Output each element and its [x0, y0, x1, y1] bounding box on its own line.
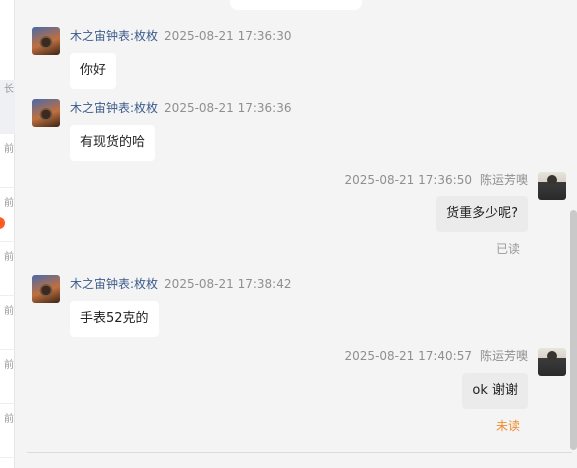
conversation-item[interactable]: 前 [0, 242, 15, 296]
message-time: 2025-08-21 17:36:36 [164, 101, 292, 115]
message-bubble[interactable]: 你好 [70, 53, 117, 89]
unread-status: 未读 [495, 419, 520, 433]
conversation-time: 前 [4, 198, 14, 209]
message-meta: 木之宙钟表:枚枚 2025-08-21 17:36:30 [70, 28, 292, 44]
sender-name[interactable]: 木之宙钟表:枚枚 [70, 277, 158, 291]
sender-name: 陈运芳噢 [479, 349, 528, 363]
message-time: 2025-08-21 17:40:57 [344, 349, 472, 363]
sender-avatar[interactable] [32, 27, 60, 55]
message-bubble[interactable]: 货重多少呢? [436, 196, 528, 232]
message-time: 2025-08-21 17:36:30 [164, 29, 292, 43]
message-meta: 2025-08-21 17:36:50 陈运芳噢 [345, 172, 528, 188]
sender-name[interactable]: 木之宙钟表:枚枚 [70, 29, 158, 43]
read-status: 已读 [495, 242, 520, 256]
conversation-list: 长 前 前 前 前 前 前 [0, 0, 15, 468]
conversation-time: 前 [4, 144, 14, 155]
message-time: 2025-08-21 17:38:42 [164, 277, 292, 291]
sender-avatar[interactable] [32, 99, 60, 127]
conversation-item[interactable]: 前 [0, 134, 15, 188]
message-time: 2025-08-21 17:36:50 [344, 173, 472, 187]
conversation-time: 前 [4, 306, 14, 317]
conversation-item[interactable]: 前 [0, 296, 15, 350]
message-meta: 木之宙钟表:枚枚 2025-08-21 17:36:36 [70, 100, 292, 116]
sender-name[interactable]: 木之宙钟表:枚枚 [70, 101, 158, 115]
divider [27, 452, 572, 453]
message-bubble[interactable]: ok 谢谢 [462, 373, 528, 409]
conversation-time: 前 [4, 360, 14, 371]
sender-name: 陈运芳噢 [479, 173, 528, 187]
conversation-item[interactable]: 前 [0, 188, 15, 242]
conversation-time: 长 [4, 84, 14, 95]
conversation-item[interactable]: 长 [0, 80, 15, 134]
message-bubble[interactable]: 手表52克的 [70, 301, 159, 337]
conversation-item[interactable]: 前 [0, 404, 15, 458]
my-avatar[interactable] [538, 172, 566, 200]
sender-avatar[interactable] [32, 275, 60, 303]
previous-message-bubble [230, 0, 362, 10]
scrollbar[interactable] [570, 210, 577, 450]
conversation-item[interactable]: 前 [0, 350, 15, 404]
conversation-time: 前 [4, 252, 14, 263]
my-avatar[interactable] [538, 348, 566, 376]
conversation-time: 前 [4, 414, 14, 425]
message-meta: 木之宙钟表:枚枚 2025-08-21 17:38:42 [70, 276, 292, 292]
message-bubble[interactable]: 有现货的哈 [70, 125, 156, 161]
message-meta: 2025-08-21 17:40:57 陈运芳噢 [345, 348, 528, 364]
